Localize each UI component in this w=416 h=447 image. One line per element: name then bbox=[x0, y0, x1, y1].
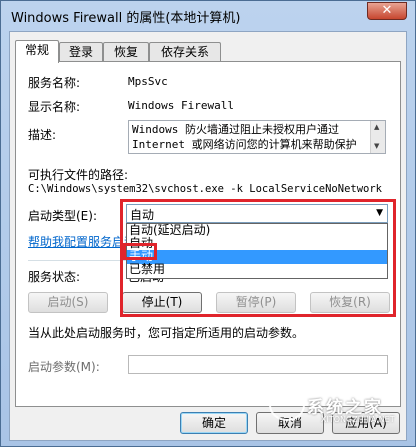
highlight-manual-option bbox=[123, 243, 157, 260]
highlight-frame bbox=[120, 199, 396, 317]
tab-dependencies[interactable]: 依存关系 bbox=[149, 42, 221, 62]
watermark: 系统之家 XITONGZHIJIA.NET bbox=[269, 385, 409, 425]
description-text: Windows 防火墙通过阻止未授权用户通过 Internet 或网络访问您的计… bbox=[132, 123, 357, 151]
tab-general[interactable]: 常规 bbox=[15, 40, 59, 63]
description-label: 描述: bbox=[28, 128, 57, 142]
display-name-label: 显示名称: bbox=[28, 100, 81, 114]
exe-path-label: 可执行文件的路径: bbox=[28, 168, 129, 182]
service-name-value: MpsSvc bbox=[128, 75, 168, 88]
dialog-client: 常规 登录 恢复 依存关系 服务名称: MpsSvc 显示名称: Windows… bbox=[9, 31, 407, 441]
general-panel: 服务名称: MpsSvc 显示名称: Windows Firewall 描述: … bbox=[15, 61, 401, 407]
window-title: Windows Firewall 的属性(本地计算机) bbox=[11, 11, 241, 26]
properties-window: Windows Firewall 的属性(本地计算机) ✕ 常规 登录 恢复 依… bbox=[0, 0, 416, 447]
startup-type-label: 启动类型(E): bbox=[28, 209, 97, 223]
scroll-up-icon[interactable]: ▲ bbox=[374, 123, 379, 131]
start-params-input[interactable] bbox=[128, 355, 388, 374]
watermark-logo-icon bbox=[269, 389, 305, 421]
scroll-down-icon[interactable]: ▼ bbox=[374, 142, 379, 150]
start-button[interactable]: 启动(S) bbox=[28, 292, 108, 313]
watermark-subtext: XITONGZHIJIA.NET bbox=[321, 415, 395, 424]
service-name-label: 服务名称: bbox=[28, 76, 81, 90]
service-status-label: 服务状态: bbox=[28, 270, 81, 284]
tab-logon[interactable]: 登录 bbox=[59, 42, 103, 62]
close-icon: ✕ bbox=[381, 3, 393, 18]
tab-recovery[interactable]: 恢复 bbox=[103, 42, 149, 62]
exe-path-value: C:\Windows\system32\svchost.exe -k Local… bbox=[28, 183, 383, 195]
close-button[interactable]: ✕ bbox=[367, 2, 407, 20]
description-box[interactable]: Windows 防火墙通过阻止未授权用户通过 Internet 或网络访问您的计… bbox=[128, 120, 386, 154]
ok-button[interactable]: 确定 bbox=[180, 412, 248, 434]
description-scrollbar[interactable]: ▲ ▼ bbox=[370, 121, 385, 153]
start-params-label: 启动参数(M): bbox=[28, 360, 100, 374]
start-params-hint: 当从此处启动服务时，您可指定所适用的启动参数。 bbox=[28, 326, 305, 340]
help-configure-link[interactable]: 帮助我配置服务启动选项。 bbox=[28, 233, 126, 250]
title-bar[interactable]: Windows Firewall 的属性(本地计算机) ✕ bbox=[1, 1, 415, 29]
display-name-value: Windows Firewall bbox=[128, 99, 234, 112]
